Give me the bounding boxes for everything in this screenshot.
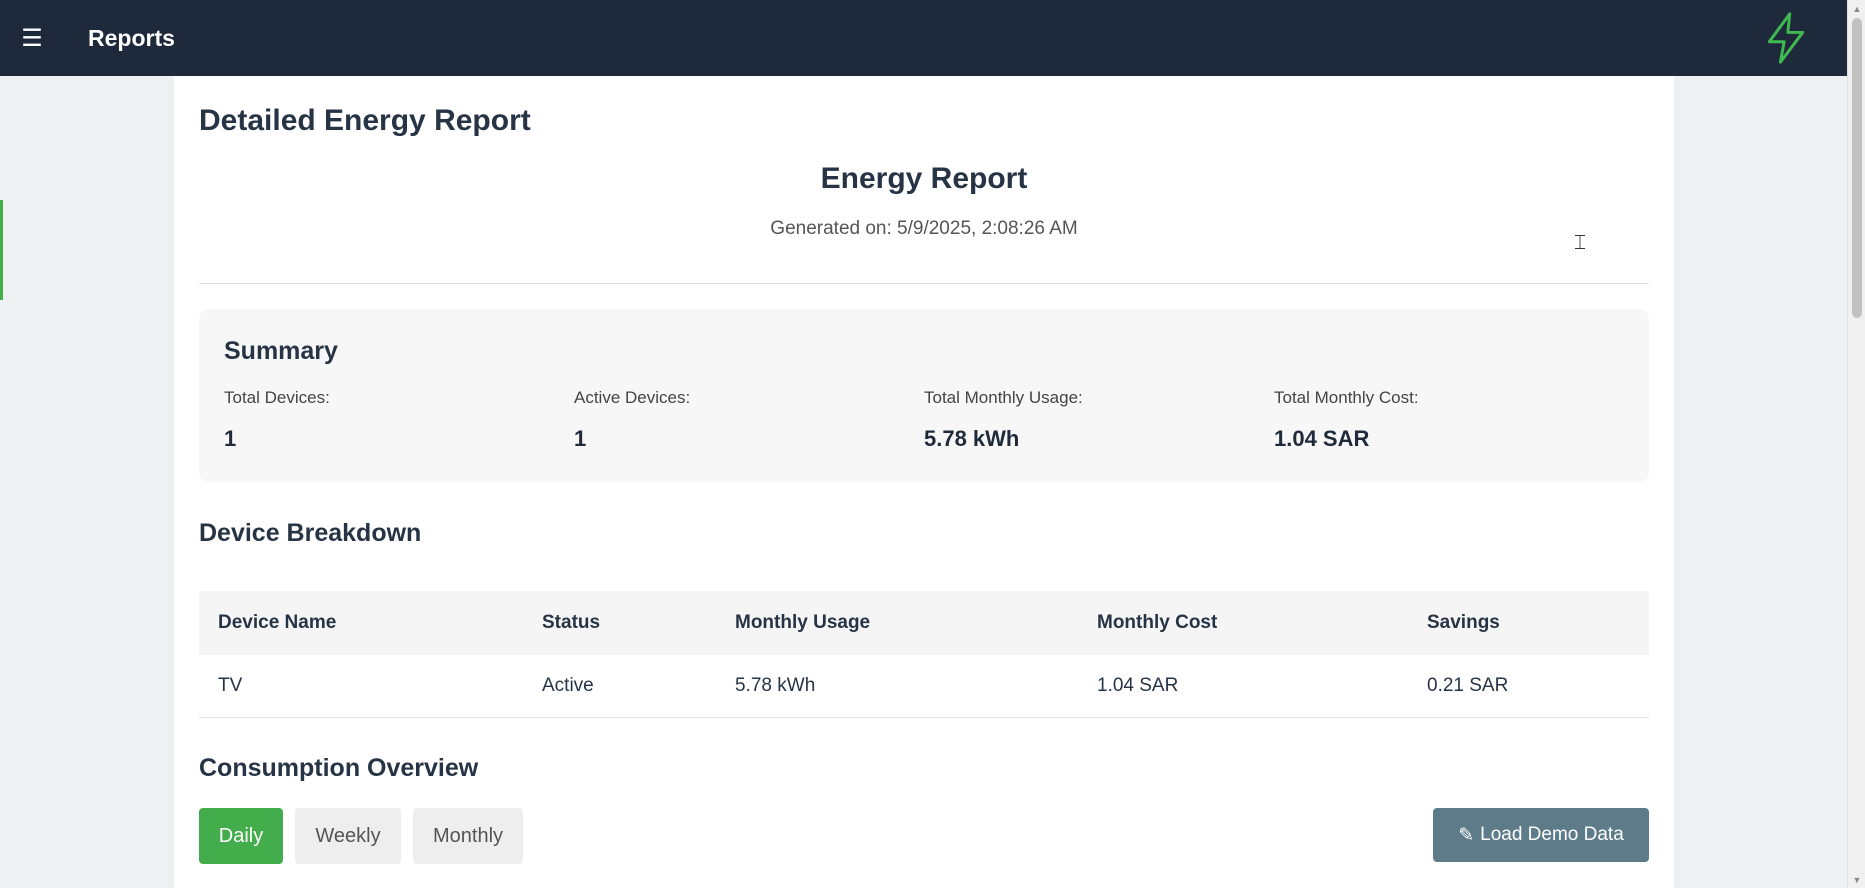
column-header-device-name: Device Name — [199, 591, 523, 655]
hamburger-menu-icon[interactable]: ☰ — [0, 0, 64, 76]
tab-monthly[interactable]: Monthly — [413, 808, 523, 864]
summary-value: 1.04 SAR — [1274, 426, 1370, 451]
table-header-row: Device Name Status Monthly Usage Monthly… — [199, 591, 1649, 655]
page-title: Detailed Energy Report — [199, 104, 531, 137]
device-breakdown-table: Device Name Status Monthly Usage Monthly… — [199, 591, 1649, 718]
summary-value: 5.78 kWh — [924, 426, 1020, 451]
consumption-overview-title: Consumption Overview — [199, 754, 479, 782]
summary-item-total-devices: Total Devices: 1 — [224, 388, 574, 452]
report-card: Detailed Energy Report Energy Report Gen… — [174, 76, 1674, 888]
report-header: Energy Report Generated on: 5/9/2025, 2:… — [199, 156, 1649, 284]
cell-device-name: TV — [199, 655, 523, 718]
column-header-status: Status — [523, 591, 716, 655]
summary-label: Total Monthly Cost: — [1274, 388, 1419, 407]
column-header-savings: Savings — [1408, 591, 1649, 655]
summary-item-monthly-usage: Total Monthly Usage: 5.78 kWh — [924, 388, 1274, 452]
summary-item-monthly-cost: Total Monthly Cost: 1.04 SAR — [1274, 388, 1624, 452]
summary-item-active-devices: Active Devices: 1 — [574, 388, 924, 452]
summary-panel: Summary Total Devices: 1 Active Devices:… — [199, 309, 1649, 482]
summary-label: Active Devices: — [574, 388, 691, 407]
page-header-title: Reports — [88, 24, 175, 51]
report-generated-date: Generated on: 5/9/2025, 2:08:26 AM — [770, 218, 1078, 239]
cell-monthly-cost: 1.04 SAR — [1078, 655, 1408, 718]
summary-label: Total Devices: — [224, 388, 330, 407]
column-header-monthly-usage: Monthly Usage — [716, 591, 1078, 655]
vertical-scrollbar[interactable]: ▲ ▼ — [1847, 0, 1865, 888]
summary-title: Summary — [224, 337, 338, 365]
report-title: Energy Report — [820, 162, 1028, 195]
summary-label: Total Monthly Usage: — [924, 388, 1083, 407]
scrollbar-thumb[interactable] — [1852, 18, 1862, 318]
left-accent-strip — [0, 200, 3, 300]
summary-value: 1 — [574, 426, 587, 451]
column-header-monthly-cost: Monthly Cost — [1078, 591, 1408, 655]
summary-grid: Total Devices: 1 Active Devices: 1 Total… — [224, 388, 1624, 452]
lightning-bolt-icon — [1767, 12, 1805, 64]
table-row: TV Active 5.78 kWh 1.04 SAR 0.21 SAR — [199, 655, 1649, 718]
load-demo-data-button[interactable]: ✎ Load Demo Data — [1433, 808, 1649, 862]
tab-weekly[interactable]: Weekly — [295, 808, 401, 864]
text-cursor-icon: ⌶ — [1574, 232, 1586, 254]
tab-daily[interactable]: Daily — [199, 808, 283, 864]
top-navigation-bar: ☰ Reports — [0, 0, 1847, 76]
load-demo-data-label: Load Demo Data — [1480, 824, 1624, 845]
cell-monthly-usage: 5.78 kWh — [716, 655, 1078, 718]
scroll-up-arrow-icon[interactable]: ▲ — [1848, 0, 1865, 17]
cell-status: Active — [523, 655, 716, 718]
summary-value: 1 — [224, 426, 237, 451]
device-breakdown-title: Device Breakdown — [199, 519, 422, 547]
cell-savings: 0.21 SAR — [1408, 655, 1649, 718]
scroll-down-arrow-icon[interactable]: ▼ — [1848, 871, 1865, 888]
pencil-icon: ✎ — [1458, 824, 1475, 846]
